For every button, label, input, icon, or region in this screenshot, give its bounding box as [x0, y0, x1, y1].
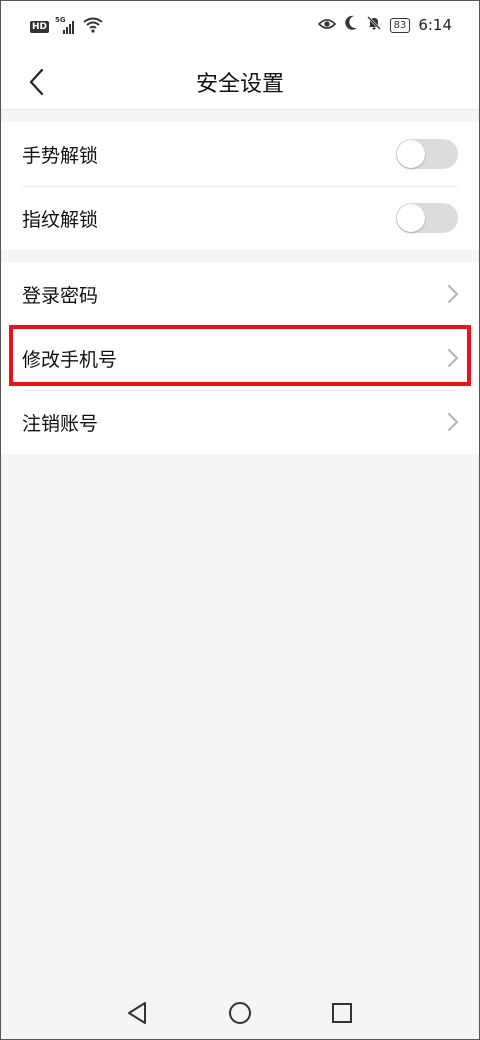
battery-icon: 83 — [389, 17, 411, 33]
back-triangle-icon — [128, 1002, 146, 1024]
account-settings-group: 登录密码 修改手机号 注销账号 — [0, 262, 480, 454]
change-phone-row[interactable]: 修改手机号 — [0, 326, 480, 390]
home-circle-icon — [229, 1002, 251, 1024]
chevron-right-icon — [448, 349, 458, 367]
fingerprint-unlock-row: 指纹解锁 — [0, 186, 480, 250]
eye-icon — [317, 16, 336, 35]
page-header: 安全设置 — [0, 54, 480, 110]
row-label: 登录密码 — [22, 284, 99, 307]
bell-off-icon — [366, 15, 382, 35]
nav-back-button[interactable] — [123, 998, 153, 1028]
status-bar: HD 5G 83 6:14 — [0, 0, 480, 54]
toggle-knob — [397, 140, 425, 168]
nav-recents-button[interactable] — [327, 998, 357, 1028]
unlock-settings-group: 手势解锁 指纹解锁 — [0, 122, 480, 250]
chevron-right-icon — [448, 285, 458, 303]
network-type-label: 5G — [55, 16, 66, 24]
gesture-unlock-toggle[interactable] — [396, 139, 458, 169]
nav-home-button[interactable] — [225, 998, 255, 1028]
hd-icon: HD — [30, 21, 50, 33]
system-nav-bar — [0, 988, 480, 1040]
row-label: 注销账号 — [22, 412, 99, 435]
toggle-knob — [397, 204, 425, 232]
fingerprint-unlock-toggle[interactable] — [396, 203, 458, 233]
gesture-unlock-row: 手势解锁 — [0, 122, 480, 186]
wifi-icon — [83, 17, 103, 37]
clock-time: 6:14 — [418, 16, 452, 34]
row-label: 指纹解锁 — [22, 208, 99, 231]
status-left: HD 5G — [30, 16, 103, 37]
signal-icon: 5G — [55, 16, 77, 35]
moon-icon — [344, 15, 358, 35]
row-label: 修改手机号 — [22, 348, 118, 371]
page-title: 安全设置 — [195, 72, 284, 97]
recents-square-icon — [332, 1003, 352, 1023]
status-right: 83 6:14 — [317, 15, 452, 35]
row-label: 手势解锁 — [22, 144, 99, 167]
login-password-row[interactable]: 登录密码 — [0, 262, 480, 326]
chevron-right-icon — [448, 413, 458, 431]
cancel-account-row[interactable]: 注销账号 — [0, 390, 480, 454]
